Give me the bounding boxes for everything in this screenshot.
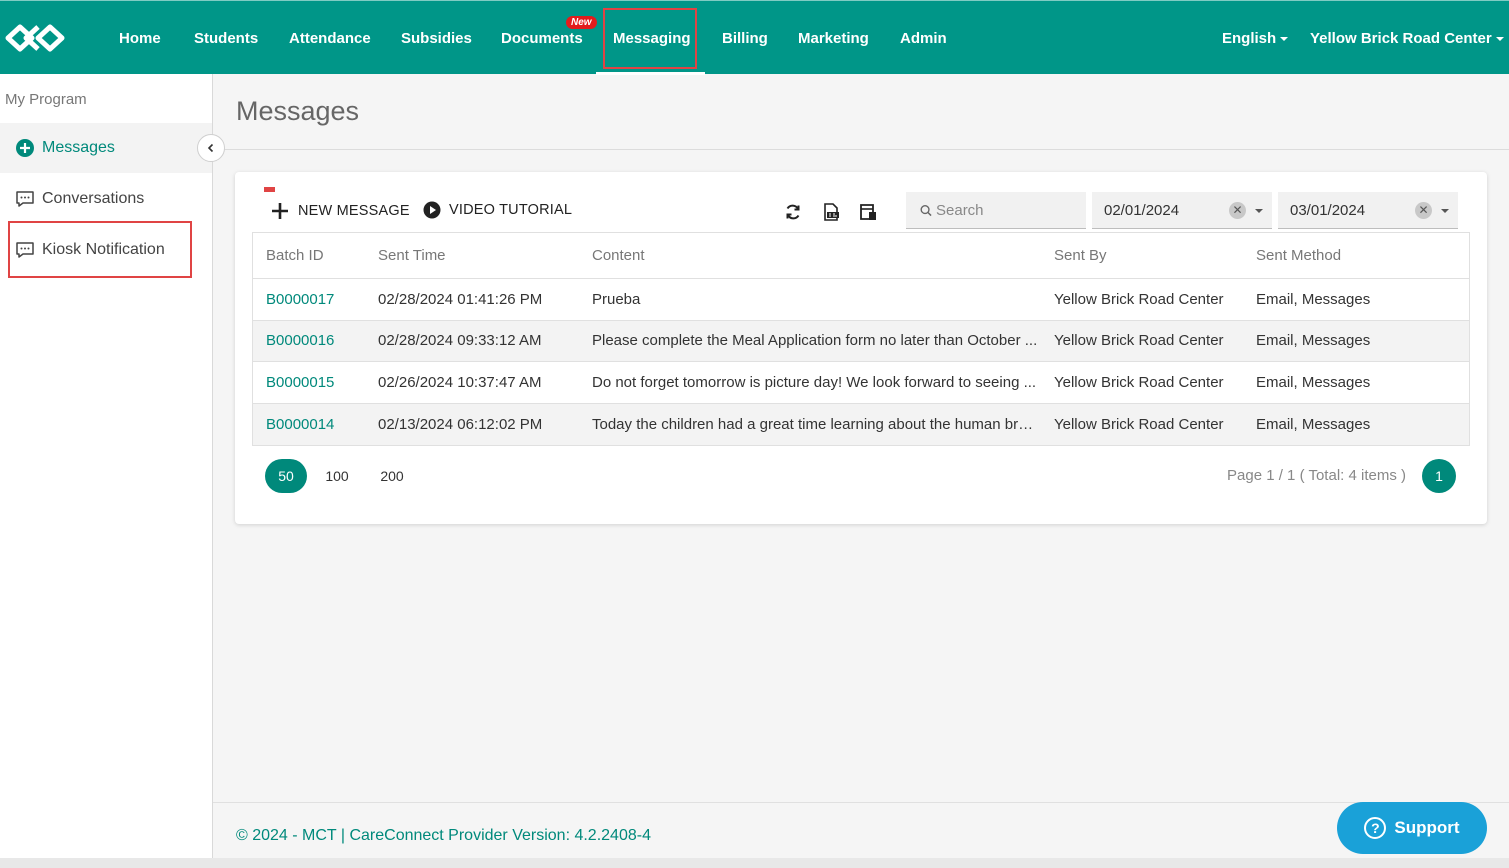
chevron-left-icon	[207, 143, 214, 153]
batch-id-link[interactable]: B0000015	[266, 374, 334, 391]
page-info: Page 1 / 1 ( Total: 4 items )	[1227, 467, 1406, 484]
careconnect-logo-icon[interactable]	[2, 21, 68, 55]
refresh-icon[interactable]	[783, 202, 803, 222]
sidebar-heading: My Program	[5, 91, 87, 108]
bottom-strip	[0, 858, 1509, 868]
chat-bubble-icon	[14, 188, 36, 210]
table-header: Batch ID Sent Time Content Sent By Sent …	[253, 233, 1469, 279]
date-from-value: 02/01/2024	[1104, 201, 1180, 219]
sent-time-cell: 02/28/2024 09:33:12 AM	[378, 332, 542, 350]
search-icon	[920, 204, 932, 216]
export-csv-icon[interactable]	[821, 202, 841, 222]
collapse-sidebar-button[interactable]	[197, 134, 225, 162]
sidebar-item-label: Kiosk Notification	[42, 241, 165, 258]
messages-table: Batch ID Sent Time Content Sent By Sent …	[252, 232, 1470, 446]
sent-method-cell: Email, Messages	[1256, 373, 1371, 391]
page-title: Messages	[236, 96, 360, 126]
sent-method-cell: Email, Messages	[1256, 332, 1371, 350]
table-row[interactable]: B0000014 02/13/2024 06:12:02 PM Today th…	[253, 403, 1469, 445]
footer-divider	[213, 802, 1509, 803]
clear-icon[interactable]: ✕	[1229, 202, 1246, 219]
batch-id-link[interactable]: B0000016	[266, 332, 334, 349]
sent-by-cell: Yellow Brick Road Center	[1054, 415, 1224, 433]
new-message-label: NEW MESSAGE	[298, 203, 410, 219]
sent-by-cell: Yellow Brick Road Center	[1054, 290, 1224, 308]
content-cell: Today the children had a great time lear…	[592, 415, 1041, 433]
sidebar-item-label: Conversations	[42, 190, 145, 207]
sent-method-cell: Email, Messages	[1256, 415, 1371, 433]
top-nav-bar: Home Students Attendance Subsidies Docum…	[0, 0, 1509, 75]
sent-by-cell: Yellow Brick Road Center	[1054, 332, 1224, 350]
sent-time-cell: 02/26/2024 10:37:47 AM	[378, 373, 542, 391]
columns-chooser-icon[interactable]	[858, 202, 878, 222]
sidebar-item-label: Messages	[42, 139, 115, 156]
clear-icon[interactable]: ✕	[1415, 202, 1432, 219]
play-circle-icon	[423, 201, 441, 219]
table-row[interactable]: B0000015 02/26/2024 10:37:47 AM Do not f…	[253, 362, 1469, 404]
search-input[interactable]	[936, 201, 1086, 219]
date-from-field[interactable]: 02/01/2024 ✕	[1092, 192, 1272, 229]
sidebar: My Program Messages Conversations Kiosk …	[0, 74, 213, 868]
chevron-down-icon[interactable]	[1441, 209, 1449, 213]
footer-text: © 2024 - MCT | CareConnect Provider Vers…	[236, 827, 651, 844]
content-cell: Prueba	[592, 290, 641, 308]
nav-students[interactable]: Students	[194, 30, 258, 47]
search-box[interactable]	[906, 192, 1086, 229]
sidebar-item-conversations[interactable]: Conversations	[0, 174, 212, 224]
page-size-50[interactable]: 50	[265, 459, 307, 493]
language-label: English	[1222, 30, 1277, 47]
messages-card: NEW MESSAGE VIDEO TUTORIAL 02/01/2024 ✕ …	[235, 172, 1487, 524]
video-tutorial-label: VIDEO TUTORIAL	[449, 202, 573, 218]
title-divider	[213, 149, 1509, 150]
sidebar-item-messages[interactable]: Messages	[0, 123, 212, 173]
column-header-sent-method[interactable]: Sent Method	[1243, 247, 1469, 264]
column-header-sent-by[interactable]: Sent By	[1041, 247, 1243, 264]
help-icon: ?	[1364, 817, 1387, 839]
batch-id-link[interactable]: B0000014	[266, 416, 334, 433]
plus-icon	[272, 203, 288, 219]
batch-id-link[interactable]: B0000017	[266, 291, 334, 308]
sidebar-item-kiosk-notification[interactable]: Kiosk Notification	[0, 225, 212, 275]
sent-method-cell: Email, Messages	[1256, 290, 1371, 308]
plus-circle-icon	[14, 137, 36, 159]
chat-bubble-icon	[14, 239, 36, 261]
nav-billing[interactable]: Billing	[722, 30, 768, 47]
page-size-100[interactable]: 100	[316, 459, 358, 493]
nav-home[interactable]: Home	[119, 30, 161, 47]
video-tutorial-button[interactable]: VIDEO TUTORIAL	[423, 201, 572, 219]
column-header-sent-time[interactable]: Sent Time	[365, 247, 579, 264]
page-size-200[interactable]: 200	[371, 459, 413, 493]
nav-admin[interactable]: Admin	[900, 30, 947, 47]
content-cell: Please complete the Meal Application for…	[592, 332, 1038, 350]
sent-time-cell: 02/13/2024 06:12:02 PM	[378, 415, 543, 433]
support-button[interactable]: ? Support	[1337, 802, 1487, 854]
nav-subsidies[interactable]: Subsidies	[401, 30, 472, 47]
support-label: Support	[1394, 818, 1460, 837]
column-header-content[interactable]: Content	[579, 247, 1041, 264]
center-label: Yellow Brick Road Center	[1310, 30, 1492, 47]
red-marker	[264, 187, 275, 192]
nav-attendance[interactable]: Attendance	[289, 30, 371, 47]
nav-documents[interactable]: Documents	[501, 30, 583, 47]
page-button-1[interactable]: 1	[1422, 459, 1456, 493]
chevron-down-icon	[1495, 37, 1504, 42]
date-to-value: 03/01/2024	[1290, 201, 1366, 219]
content-cell: Do not forget tomorrow is picture day! W…	[592, 373, 1037, 391]
column-header-batch-id[interactable]: Batch ID	[253, 247, 365, 264]
language-dropdown[interactable]: English	[1222, 30, 1289, 47]
nav-marketing[interactable]: Marketing	[798, 30, 869, 47]
table-row[interactable]: B0000016 02/28/2024 09:33:12 AM Please c…	[253, 320, 1469, 362]
new-badge: New	[566, 16, 597, 29]
nav-messaging[interactable]: Messaging	[613, 30, 691, 47]
nav-active-indicator	[596, 72, 705, 75]
date-to-field[interactable]: 03/01/2024 ✕	[1278, 192, 1458, 229]
chevron-down-icon	[1280, 37, 1289, 42]
sent-by-cell: Yellow Brick Road Center	[1054, 373, 1224, 391]
chevron-down-icon[interactable]	[1255, 209, 1263, 213]
center-dropdown[interactable]: Yellow Brick Road Center	[1310, 30, 1504, 47]
sent-time-cell: 02/28/2024 01:41:26 PM	[378, 290, 543, 308]
new-message-button[interactable]: NEW MESSAGE	[270, 201, 410, 221]
table-row[interactable]: B0000017 02/28/2024 01:41:26 PM Prueba Y…	[253, 279, 1469, 321]
